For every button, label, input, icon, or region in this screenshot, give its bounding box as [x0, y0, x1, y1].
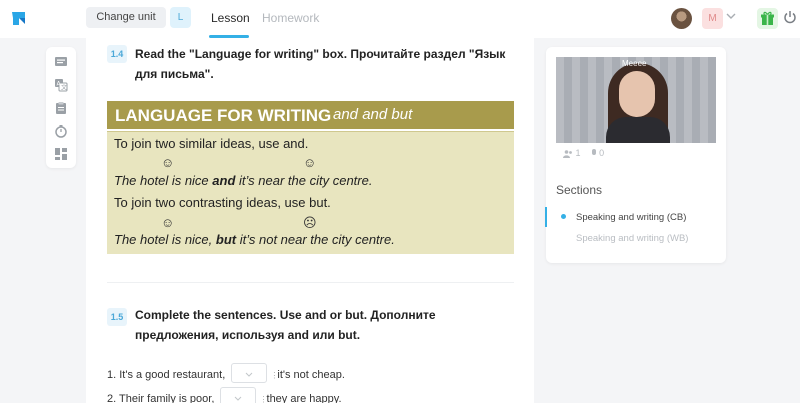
sentence-text: they are happy. [263, 392, 342, 403]
happy-face-icon: ☺ [161, 215, 175, 230]
title-keyword: but [345, 308, 364, 322]
example-but: The hotel is nice, but it’s not near the… [114, 232, 395, 247]
title-text: . [356, 328, 361, 342]
exercise-title: Complete the sentences. Use and or but. … [135, 305, 436, 325]
exercise-title-continued: предложения, используя and или but. [135, 325, 360, 345]
title-keyword: and [305, 308, 327, 322]
user-initial-badge[interactable]: M [702, 8, 723, 29]
active-section-dot [561, 214, 566, 219]
example-text: it’s near the city centre. [235, 173, 373, 188]
tab-homework[interactable]: Homework [262, 11, 319, 25]
sentence-text: it's not cheap. [274, 368, 345, 381]
section-item-cb[interactable]: Speaking and writing (CB) [576, 212, 686, 223]
example-conjunction: and [212, 173, 236, 188]
example-text: The hotel is nice, [114, 232, 216, 247]
sentence-text: 1. It's a good restaurant, [107, 368, 229, 381]
box-subheading: and and but [333, 106, 413, 123]
title-keyword: and или [287, 328, 335, 342]
example-text: it’s not near the city centre. [236, 232, 395, 247]
example-conjunction: but [215, 232, 237, 247]
sections-heading: Sections [556, 183, 603, 197]
gift-button[interactable] [757, 8, 778, 29]
sad-face-icon: ☹ [303, 215, 317, 230]
timer-icon[interactable] [54, 124, 68, 138]
translate-icon[interactable]: A 文 [54, 78, 68, 92]
divider [107, 282, 514, 283]
sentence-row: 2. Their family is poor, ⋮ they are happ… [107, 387, 342, 403]
unit-badge[interactable]: L [170, 7, 191, 28]
video-feed[interactable]: Meeee [556, 57, 716, 143]
chevron-down-icon[interactable] [725, 10, 737, 22]
title-text: or [326, 308, 346, 322]
video-person-body [606, 117, 670, 143]
section-item-wb[interactable]: Speaking and writing (WB) [576, 233, 688, 244]
active-section-indicator [545, 207, 547, 227]
title-text: предложения, используя [135, 328, 288, 342]
svg-text:文: 文 [61, 84, 67, 92]
top-bar: Change unit L Lesson Homework M [0, 0, 800, 38]
title-text: . Дополните [363, 308, 436, 322]
example-and: The hotel is nice and it’s near the city… [114, 173, 372, 188]
example-text: The hotel is nice [114, 173, 213, 188]
exercise-number: 1.4 [107, 45, 127, 63]
tab-lesson[interactable]: Lesson [211, 11, 250, 25]
clipboard-icon[interactable] [54, 101, 68, 115]
chevron-down-icon [235, 396, 242, 401]
rule-contrasting: To join two contrasting ideas, use but. [114, 195, 331, 210]
title-text: Complete the sentences. Use [135, 308, 306, 322]
video-stats: 1 0 [563, 148, 604, 158]
user-avatar[interactable] [671, 8, 692, 29]
box-body: To join two similar ideas, use and. ☺ ☺ … [107, 131, 514, 254]
exercise-number: 1.5 [107, 308, 127, 326]
language-for-writing-box: LANGUAGE FOR WRITING and and but To join… [107, 101, 514, 254]
tool-sidebar: A 文 [46, 47, 76, 168]
answer-dropdown[interactable] [220, 387, 257, 403]
participants-count: 1 [575, 148, 581, 158]
sentence-row: 1. It's a good restaurant, ⋮ it's not ch… [107, 363, 345, 385]
power-icon[interactable] [783, 10, 797, 24]
box-heading: LANGUAGE FOR WRITING [115, 106, 332, 125]
mic-count: 0 [599, 148, 605, 158]
layout-icon[interactable] [54, 147, 68, 161]
exercise-title: Read the "Language for writing" box. Про… [135, 47, 506, 61]
logo-icon[interactable] [10, 9, 28, 27]
title-keyword: but [338, 328, 357, 342]
happy-face-icon: ☺ [161, 155, 175, 170]
video-participant-name: Meeee [622, 59, 647, 68]
video-person-face [619, 71, 655, 117]
gift-icon [761, 11, 774, 25]
rule-similar: To join two similar ideas, use and. [114, 136, 309, 151]
answer-dropdown[interactable] [231, 363, 268, 383]
change-unit-button[interactable]: Change unit [86, 7, 166, 28]
microphone-icon [591, 149, 596, 156]
sentence-text: 2. Their family is poor, [107, 392, 218, 403]
box-header: LANGUAGE FOR WRITING and and but [107, 101, 514, 129]
happy-face-icon: ☺ [303, 155, 317, 170]
users-icon [563, 149, 572, 158]
flag-icon[interactable] [54, 55, 68, 69]
exercise-title-continued: для письма". [135, 67, 214, 81]
chevron-down-icon [245, 372, 253, 377]
